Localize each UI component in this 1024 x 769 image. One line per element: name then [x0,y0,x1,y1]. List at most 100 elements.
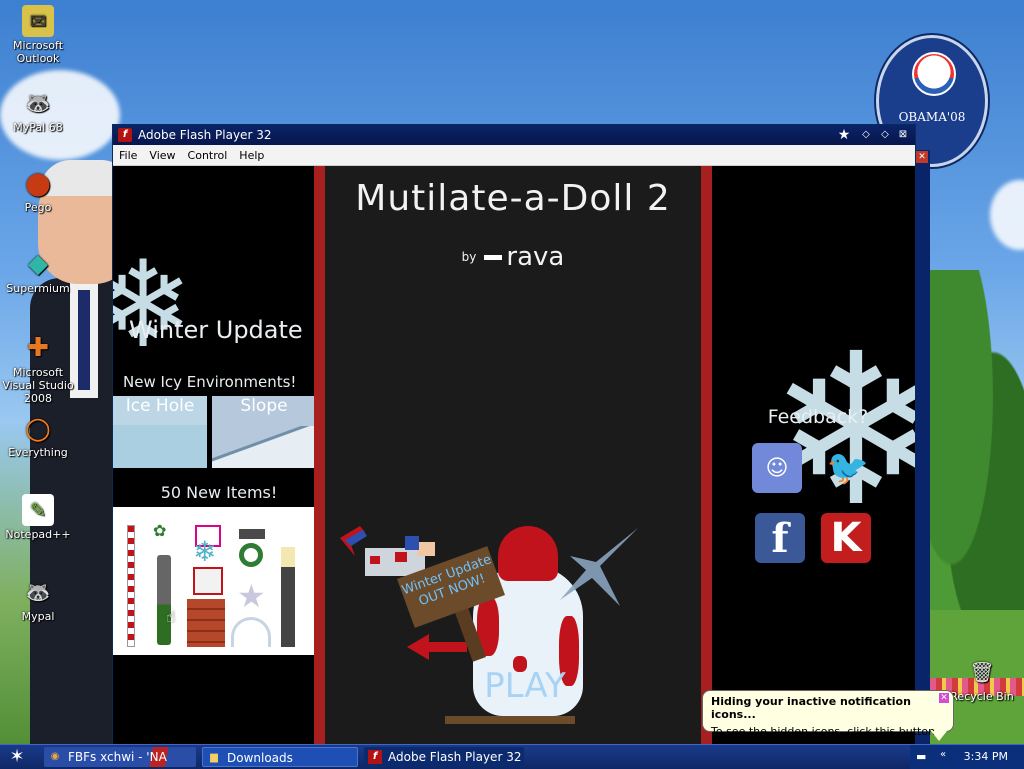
close-icon[interactable]: ✕ [939,693,949,703]
show-hidden-icons-icon[interactable]: « [940,749,946,760]
system-tray: ▬ « 3:34 PM [910,745,1024,769]
keyboard-icon[interactable]: ▬ [916,750,926,763]
env-slope[interactable]: Slope [212,396,314,468]
winter-update-heading: Winter Update [129,316,303,344]
pego-icon: ● [24,165,52,201]
supermium-icon: ◆ [28,248,48,279]
left-border-bar [314,166,325,745]
snowflake-icon: ❄ [768,308,915,553]
right-border-bar [701,166,712,745]
balloon-title: Hiding your inactive notification icons.… [711,695,911,721]
env-ice-hole[interactable]: Ice Hole [113,396,207,468]
bench [445,716,575,724]
desktop-icon-mypal[interactable]: 🦝 Mypal [0,576,76,624]
start-button[interactable]: ✶ [5,747,29,767]
desktop-icon-label: Notepad++ [5,528,71,541]
flash-icon: f [118,128,132,142]
flash-content[interactable]: ❄ Winter Update New Icy Environments! Ic… [113,166,915,745]
menu-file[interactable]: File [113,149,143,162]
desktop-icon-label: Supermium [6,282,70,295]
desktop-icon-pego[interactable]: ● Pego [0,167,76,214]
taskbar-item-label: Downloads [227,751,293,765]
mypal-icon: 🦝 [25,90,51,115]
pin-icon[interactable]: ★ [837,128,851,142]
new-items-heading: 50 New Items! [160,483,278,502]
menu-view[interactable]: View [143,149,181,162]
menu-help[interactable]: Help [233,149,270,162]
notification-balloon[interactable]: Hiding your inactive notification icons.… [702,690,954,741]
desktop-icon-label: MyPal 68 [13,121,63,134]
visual-studio-icon: ✚ [27,332,49,363]
desktop-icon-label: Mypal [21,610,55,623]
chimney-icon [187,599,225,647]
clock[interactable]: 3:34 PM [964,745,1008,769]
star-icon: ★ [237,577,266,615]
flash-player-window: f Adobe Flash Player 32 ★ ◇ ◇ ⊠ File Vie… [113,125,915,745]
balloon-text: To see the hidden icons, click this butt… [711,725,939,738]
folder-icon: ▆ [210,752,218,763]
minimize-icon[interactable]: ◇ [859,128,873,142]
hand-cursor-icon: ☝ [166,607,176,626]
taskbar-item-flash-player[interactable]: f Adobe Flash Player 32 [364,747,524,767]
author-logo-bar [484,254,503,260]
byline-author: rava [506,242,565,272]
feedback-heading: Feedback? [767,406,869,428]
play-button[interactable]: PLAY [465,666,585,706]
close-icon[interactable]: ✕ [916,151,928,163]
outlook-icon: ✉ [22,5,54,37]
close-icon[interactable]: ⊠ [896,128,910,142]
menu-control[interactable]: Control [182,149,234,162]
desktop-icon-label: Everything [8,446,68,459]
bottle-icon [157,555,171,645]
cloud [990,180,1024,250]
flash-icon: f [368,750,382,764]
game-stage[interactable]: Mutilate-a-Doll 2 by rava Winter Update … [325,166,701,745]
window-titlebar[interactable]: f Adobe Flash Player 32 ★ ◇ ◇ ⊠ [113,125,915,145]
env-label: Slope [240,396,288,416]
taskbar-item-label: Adobe Flash Player 32 [388,750,522,764]
game-byline: by rava [325,242,701,272]
candle-arch-icon [231,617,271,647]
maximize-icon[interactable]: ◇ [878,128,892,142]
ice-shard [560,528,638,606]
desktop-icon-label: Microsoft Visual Studio 2008 [2,366,74,405]
desktop-icon-label: Microsoft Outlook [12,39,64,65]
everything-icon: ○ [24,410,52,446]
balloon-tail [931,731,947,741]
window-title: Adobe Flash Player 32 [138,128,272,142]
wreath-icon [239,543,263,567]
browser-icon: ◉ [50,751,60,762]
game-title: Mutilate-a-Doll 2 [355,178,671,219]
desktop-icon-supermium[interactable]: ◆ Supermium [0,248,76,296]
sign-icon [239,529,265,539]
kongregate-icon[interactable]: K [821,513,871,563]
mistletoe-icon: ✿ [153,521,167,540]
desktop-icon-notepadpp[interactable]: ✎ Notepad++ [0,494,76,541]
snowflake-ornament-icon: ❄ [193,535,217,568]
desktop-icon-label: Pego [24,201,52,214]
desktop-icon-everything[interactable]: ○ Everything [0,412,76,459]
twitter-icon[interactable]: 🐦 [823,443,873,493]
byline-by: by [461,250,477,264]
new-items-showcase: ✿ ❄ ★ [113,507,314,655]
discord-icon[interactable]: ☺ [752,443,802,493]
desktop-icon-mypal68[interactable]: 🦝 MyPal 68 [0,87,76,135]
gift-icon [193,567,223,595]
right-panel: ❄ Feedback? ☺ 🐦 f K [713,166,915,745]
red-arrow [407,634,467,660]
desktop-icon-visual-studio[interactable]: ✚ Microsoft Visual Studio 2008 [0,332,76,406]
mypal-icon: 🦝 [25,579,51,604]
env-label: Ice Hole [125,396,195,416]
menu-bar: File View Control Help [113,145,915,166]
lamp-icon [281,547,295,647]
facebook-icon[interactable]: f [755,513,805,563]
taskbar-item-fbfs[interactable]: ◉ FBFs xchwi - 'NA [44,747,196,767]
background-window-edge: ✕ [915,150,930,745]
new-environments-heading: New Icy Environments! [123,373,297,391]
taskbar-item-downloads[interactable]: ▆ Downloads [202,747,358,767]
desktop-icon-outlook[interactable]: ✉ Microsoft Outlook [0,5,76,65]
candy-cane-icon [127,525,135,647]
taskbar-item-label: FBFs xchwi - 'NA [68,750,167,764]
left-panel: ❄ Winter Update New Icy Environments! Ic… [113,166,314,745]
notepadpp-icon: ✎ [22,494,54,526]
